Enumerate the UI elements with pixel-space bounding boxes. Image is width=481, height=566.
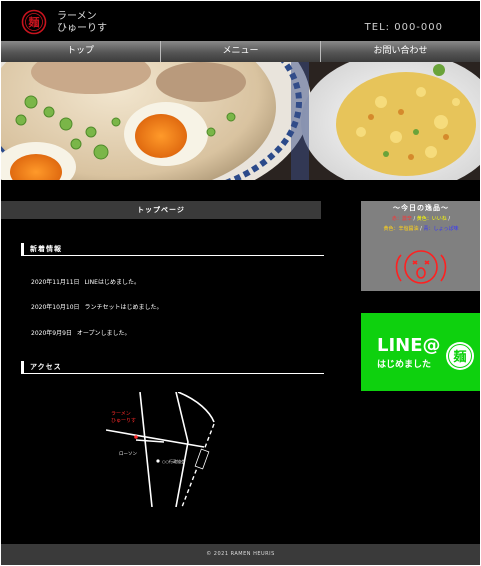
noodle-logo-icon: 麺 [446, 342, 474, 370]
line-banner[interactable]: LINE@ はじめました 麺 [361, 313, 480, 391]
legend-blue: 青：しょっぱ味 [423, 226, 459, 232]
news-date: 2020年11月11日 [31, 279, 80, 286]
nav-item-contact[interactable]: お問い合わせ [320, 41, 480, 62]
page-frame: 麺 ラーメン ひゅーりす TEL: 000-000 トップ メニュー お問い合わ… [1, 1, 480, 565]
news-text: ランチセットはじめました。 [84, 304, 163, 311]
phone-number: TEL: 000-000 [364, 22, 443, 33]
svg-text:麺: 麺 [452, 349, 466, 365]
map-landmark-label: ○○行政協会 [162, 458, 185, 464]
legend-orange: 黄色：辛塩醤油 [383, 226, 419, 232]
map-shop-label1: ラーメン [111, 411, 131, 417]
brand-name-line2: ひゅーりす [57, 23, 107, 34]
news-item: 2020年9月9日 オープンしました。 [31, 328, 131, 337]
hero-image [1, 62, 480, 180]
access-heading: アクセス [21, 361, 324, 374]
site-footer: © 2021 RAMEN HEURIS [1, 544, 480, 565]
news-text: オープンしました。 [76, 330, 131, 337]
main-nav: トップ メニュー お問い合わせ [1, 41, 480, 62]
map-lawson-label: ローソン [119, 451, 137, 457]
legend-yellow: 黄色：いいね [416, 216, 447, 222]
news-heading: 新着情報 [21, 243, 324, 256]
news-item: 2020年10月10日 ランチセットはじめました。 [31, 302, 163, 311]
landmark-marker-icon [156, 459, 160, 463]
line-banner-subtitle: はじめました [377, 360, 432, 370]
special-legend-row2: 黄色：辛塩醤油 / 青：しょっぱ味 [383, 226, 459, 232]
page-title: トップページ [1, 201, 321, 219]
nav-item-menu[interactable]: メニュー [160, 41, 320, 62]
special-title: 〜今日の逸品〜 [393, 204, 449, 212]
access-map: ラーメン ひゅーりす ローソン ○○行政協会 [106, 392, 215, 507]
news-heading-text: 新着情報 [30, 245, 62, 253]
line-banner-title: LINE@ [377, 335, 441, 356]
site-header: 麺 ラーメン ひゅーりす TEL: 000-000 [1, 1, 480, 41]
map-shop-label2: ひゅーりす [111, 418, 136, 424]
news-date: 2020年10月10日 [31, 304, 80, 311]
legend-red: 赤：激辛 [391, 216, 412, 222]
nav-item-top[interactable]: トップ [1, 41, 160, 62]
access-heading-text: アクセス [30, 363, 62, 371]
special-legend-row1: 赤：激辛 / 黄色：いいね / [391, 216, 451, 222]
news-text: LINEはじめました。 [84, 279, 140, 286]
brand-name-line1: ラーメン [57, 11, 97, 22]
news-item: 2020年11月11日 LINEはじめました。 [31, 277, 140, 286]
news-date: 2020年9月9日 [31, 330, 72, 337]
today-special-box[interactable]: 〜今日の逸品〜 赤：激辛 / 黄色：いいね / 黄色：辛塩醤油 / 青：しょっぱ… [361, 201, 480, 291]
svg-text:麺: 麺 [28, 15, 40, 29]
shop-marker-icon [134, 435, 138, 439]
shouting-face-icon [395, 250, 447, 284]
logo-icon[interactable]: 麺 [21, 9, 47, 35]
